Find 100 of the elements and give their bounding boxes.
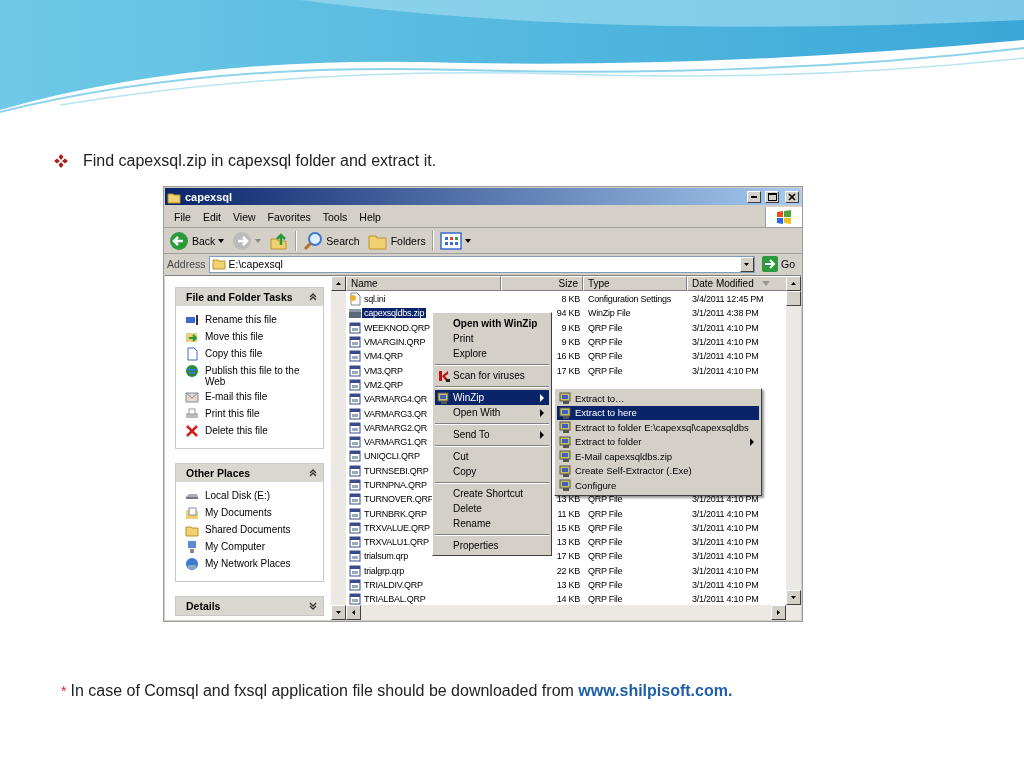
column-header[interactable]: Name <box>346 276 501 291</box>
task-link[interactable]: Move this file <box>205 330 264 342</box>
file-size: 8 KB <box>561 294 580 305</box>
file-name[interactable]: sql.ini <box>362 294 388 305</box>
menu-item[interactable]: Tools <box>316 210 354 223</box>
menu-item[interactable]: Extract to folder <box>557 434 759 449</box>
task-link[interactable]: Delete this file <box>205 424 268 436</box>
menu-item[interactable]: Rename <box>435 516 549 531</box>
menu-item[interactable]: Help <box>353 210 387 223</box>
panel-header[interactable]: Other Places <box>176 464 323 482</box>
panel-header[interactable]: Details <box>176 597 323 615</box>
column-header[interactable]: Date Modified <box>687 276 786 291</box>
task-link[interactable]: Rename this file <box>205 313 277 325</box>
rename-icon <box>185 313 199 327</box>
column-header[interactable]: Type <box>583 276 687 291</box>
menu-item[interactable]: File <box>168 210 197 223</box>
column-header[interactable]: Size <box>501 276 583 291</box>
file-size: 16 KB <box>556 351 580 362</box>
file-date: 3/1/2011 4:10 PM <box>691 508 760 519</box>
address-field[interactable]: E:\capexsql <box>208 255 755 273</box>
menu-item[interactable]: Properties <box>435 538 549 553</box>
menu-item[interactable]: E-Mail capexsqldbs.zip <box>557 449 759 464</box>
file-name[interactable]: TURNPNA.QRP <box>362 480 429 490</box>
maximize-button[interactable] <box>765 190 779 203</box>
document-icon <box>348 377 362 392</box>
file-size: 15 KB <box>556 522 580 533</box>
file-name[interactable]: VMARGIN.QRP <box>362 337 428 348</box>
menu-item[interactable]: Open With <box>435 405 549 420</box>
task-link[interactable]: My Network Places <box>205 557 291 569</box>
menu-item[interactable]: Scan for viruses <box>435 368 549 383</box>
file-name[interactable]: trialgrp.qrp <box>362 565 407 576</box>
go-button[interactable]: Go <box>758 256 799 272</box>
file-size: 13 KB <box>556 580 580 591</box>
archive-icon <box>348 306 362 321</box>
file-size: 11 KB <box>557 508 580 519</box>
menu-item[interactable]: Explore <box>435 346 549 361</box>
menu-item[interactable]: Copy <box>435 464 549 479</box>
menu-item[interactable]: Create Self-Extractor (.Exe) <box>557 463 759 478</box>
menu-item[interactable]: View <box>227 210 262 223</box>
menu-item[interactable]: Print <box>435 331 549 346</box>
task-link[interactable]: E-mail this file <box>205 390 268 402</box>
back-button[interactable]: Back <box>167 229 227 252</box>
menu-item[interactable]: Delete <box>435 501 549 516</box>
menu-item[interactable]: Open with WinZip <box>435 316 549 331</box>
document-icon <box>348 363 362 378</box>
caret-icon <box>218 238 225 243</box>
website-link[interactable]: www.shilpisoft.com. <box>578 682 733 699</box>
menu-item[interactable]: Extract to here <box>557 405 759 420</box>
globe-icon <box>185 364 199 378</box>
file-type: QRP File <box>587 337 624 348</box>
search-button[interactable]: Search <box>301 229 362 252</box>
file-name[interactable]: WEEKNOD.QRP <box>362 322 432 333</box>
file-name[interactable]: UNIQCLI.QRP <box>362 451 422 462</box>
menu-item[interactable]: Extract to folder E:\capexsql\capexsqldbs <box>557 420 759 435</box>
right-arrow-icon <box>777 610 780 615</box>
file-name[interactable]: trialsum.qrp <box>362 551 410 562</box>
file-name[interactable]: TRXVALUE.QRP <box>362 522 432 533</box>
down-arrow-icon <box>336 611 341 614</box>
file-date: 3/1/2011 4:10 PM <box>691 322 760 333</box>
file-name[interactable]: VM4.QRP <box>362 351 405 362</box>
menu-item[interactable]: Send To <box>435 427 549 442</box>
views-button[interactable] <box>437 229 473 252</box>
file-name[interactable]: VM2.QRP <box>362 379 405 390</box>
scrollbar-thumb[interactable] <box>786 291 801 306</box>
file-name[interactable]: VARMARG4.QR <box>362 394 430 405</box>
file-name[interactable]: VM3.QRP <box>362 365 405 376</box>
file-name[interactable]: TURNBRK.QRP <box>362 508 429 519</box>
menu-item[interactable]: Create Shortcut <box>435 486 549 501</box>
menu-item[interactable]: Edit <box>196 210 227 223</box>
file-name[interactable]: VARMARG3.QR <box>362 408 430 419</box>
file-name[interactable]: TRIALDIV.QRP <box>362 580 425 591</box>
task-link[interactable]: My Computer <box>205 540 265 552</box>
file-name[interactable]: TRXVALU1.QRP <box>362 537 431 548</box>
task-link[interactable]: Publish this file to the Web <box>205 364 319 387</box>
folders-button[interactable]: Folders <box>365 229 428 252</box>
scrollbar[interactable] <box>346 605 801 620</box>
task-link[interactable]: Copy this file <box>205 347 263 359</box>
menu-item[interactable]: Favorites <box>261 210 317 223</box>
close-button[interactable] <box>785 190 799 203</box>
panel-header[interactable]: File and Folder Tasks <box>176 288 323 306</box>
scrollbar[interactable] <box>331 276 346 620</box>
document-icon <box>348 420 362 435</box>
file-type: QRP File <box>587 537 624 548</box>
window-title: capexsql <box>185 190 234 203</box>
file-name[interactable]: VARMARG1.QR <box>362 437 430 448</box>
file-name[interactable]: TRIALBAL.QRP <box>362 594 428 605</box>
menu-item[interactable]: WinZip <box>435 390 549 405</box>
task-link[interactable]: Shared Documents <box>205 523 291 535</box>
menu-item[interactable]: Extract to… <box>557 391 759 406</box>
file-name[interactable]: VARMARG2.QR <box>362 422 430 433</box>
file-name[interactable]: capexsqldbs.zip <box>362 308 427 319</box>
minimize-button[interactable] <box>747 190 761 203</box>
task-link[interactable]: Print this file <box>205 407 260 419</box>
task-link[interactable]: Local Disk (E:) <box>205 489 270 501</box>
scrollbar[interactable] <box>786 276 801 605</box>
menu-item[interactable]: Cut <box>435 449 549 464</box>
task-link[interactable]: My Documents <box>205 506 272 518</box>
file-name[interactable]: TURNSEBI.QRP <box>362 465 431 476</box>
file-name[interactable]: TURNOVER.QRP <box>362 494 436 505</box>
menu-item[interactable]: Configure <box>557 478 759 493</box>
